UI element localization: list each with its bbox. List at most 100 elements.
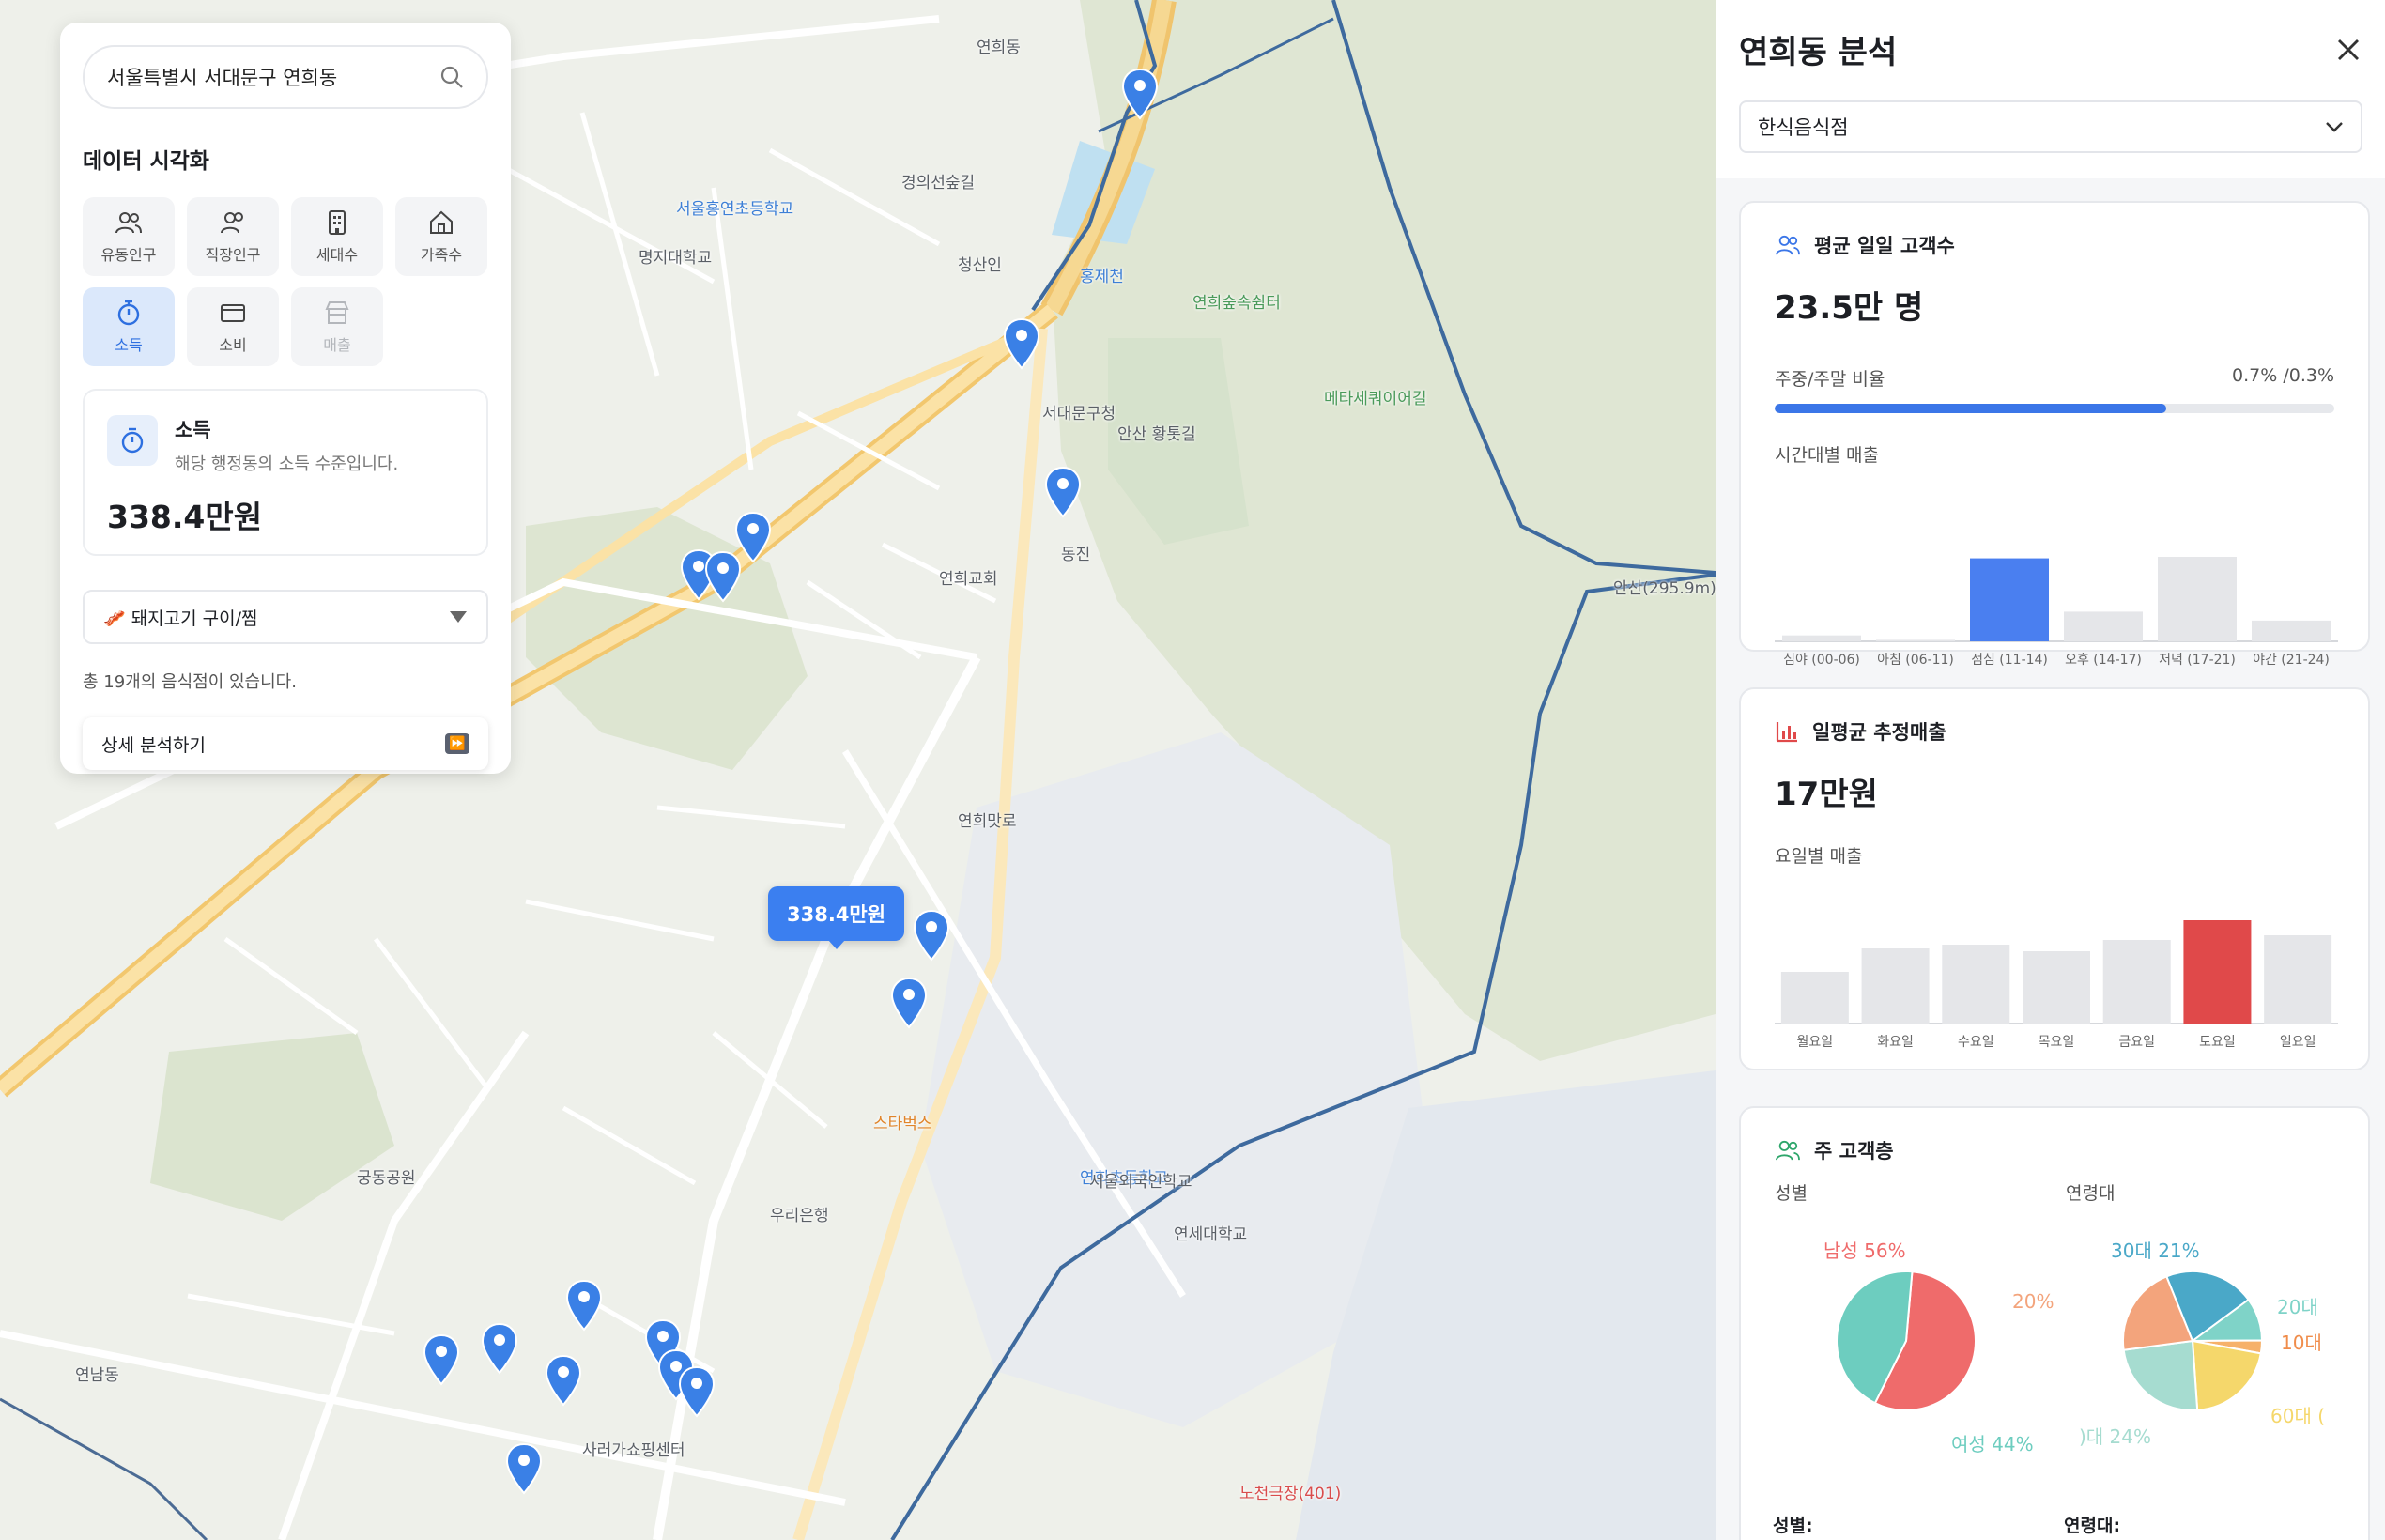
visualization-title: 데이터 시각화 — [83, 149, 209, 174]
chart-tick-label: 수요일 — [1958, 1035, 1994, 1050]
search-icon[interactable] — [439, 65, 464, 89]
close-icon[interactable] — [2334, 36, 2362, 64]
chart-tick-label: 금요일 — [2118, 1035, 2155, 1050]
workers-icon — [221, 212, 243, 234]
viz-button-consumption[interactable]: 소비 — [187, 287, 279, 366]
restaurant-pin[interactable] — [423, 1333, 460, 1386]
viz-button-label: 직장인구 — [205, 246, 261, 264]
pie-label: )대 24% — [2079, 1425, 2151, 1448]
viz-button-income[interactable]: 소득 — [83, 287, 175, 366]
restaurant-pin[interactable] — [678, 1365, 716, 1418]
map-place-label: 궁동공원 — [357, 1169, 416, 1188]
restaurant-pin[interactable] — [545, 1354, 582, 1407]
income-title: 소득 — [175, 419, 211, 441]
chart-tick-label: 월요일 — [1797, 1035, 1834, 1050]
detail-analysis-label: 상세 분석하기 — [101, 734, 206, 756]
income-price-tag: 338.4만원 — [768, 886, 905, 949]
people-icon — [1776, 1140, 1800, 1161]
search-input[interactable]: 서울특별시 서대문구 연희동 — [83, 45, 488, 109]
chart-tick-label: 저녁 (17-21) — [2159, 653, 2236, 668]
bar-chart-icon — [1776, 722, 1797, 743]
chart-tick-label: 목요일 — [2039, 1035, 2075, 1050]
pie-label: 60대 ( — [2270, 1405, 2325, 1427]
pie-label: 10대 — [2281, 1332, 2322, 1354]
main-customers-card: 주 고객층 성별 연령대 남성 56% 여성 44% 30대 21% 20대 10대 60… — [1739, 1106, 2370, 1540]
restaurant-pin[interactable] — [913, 909, 950, 962]
chevron-down-icon — [2326, 122, 2343, 132]
viz-button-label: 소비 — [219, 336, 247, 354]
chart-tick-label: 점심 (11-14) — [1971, 653, 2048, 668]
building-icon — [329, 210, 346, 235]
restaurant-count: 총 19개의 음식점이 있습니다. — [83, 672, 297, 692]
map-place-label: 메타세쿼이어길 — [1324, 390, 1427, 408]
chart-bar — [1876, 639, 1955, 641]
chart-tick-label: 심야 (00-06) — [1783, 653, 1860, 668]
footer-gender: 성별: — [1773, 1516, 1813, 1536]
viz-button-label: 세대수 — [315, 246, 359, 264]
daily-customers-value: 23.5만 명 — [1775, 289, 1924, 327]
chart-bar — [2264, 935, 2332, 1024]
map-place-label: 서울외국인학교 — [1089, 1173, 1192, 1192]
pie-slice — [2122, 1339, 2199, 1411]
viz-button-sales[interactable]: 매출 — [291, 287, 383, 366]
viz-button-label: 매출 — [323, 336, 351, 354]
map-place-label: 청산인 — [958, 256, 1002, 275]
restaurant-pin[interactable] — [1003, 317, 1040, 370]
chart-tick-label: 토요일 — [2199, 1035, 2236, 1050]
viz-button-workers[interactable]: 직장인구 — [187, 197, 279, 276]
visualization-buttons: 유동인구 직장인구 세대수 가족수 소득 소비 매출 — [83, 197, 488, 366]
chart-bar — [2252, 620, 2331, 641]
chart-tick-label: 아침 (06-11) — [1877, 653, 1954, 668]
chart-tick-label: 오후 (14-17) — [2065, 653, 2142, 668]
map-place-label: 서울홍연초등학교 — [676, 200, 794, 219]
category-dropdown[interactable]: 🥓 돼지고기 구이/찜 — [83, 590, 488, 644]
map-place-label: 사러가쇼핑센터 — [582, 1441, 685, 1460]
pie-label: 남성 56% — [1823, 1240, 1906, 1262]
map-place-label: 우리은행 — [770, 1207, 829, 1225]
restaurant-pin[interactable] — [1121, 68, 1159, 120]
chart-bar — [1861, 948, 1930, 1024]
viz-button-households[interactable]: 세대수 — [291, 197, 383, 276]
chart-bar — [1942, 945, 2010, 1024]
viz-button-floating-population[interactable]: 유동인구 — [83, 197, 175, 276]
category-selected: 🥓 돼지고기 구이/찜 — [103, 608, 258, 629]
chart-tick-label: 야간 (21-24) — [2253, 653, 2330, 668]
daily-sales-label: 일평균 추정매출 — [1812, 721, 1946, 744]
map-place-label: 연희숲속쉼터 — [1192, 294, 1281, 313]
map-place-label: 홍제천 — [1080, 268, 1124, 286]
map-place-label: 명지대학교 — [639, 249, 713, 268]
income-value: 338.4만원 — [107, 499, 263, 535]
viz-button-families[interactable]: 가족수 — [395, 197, 487, 276]
weekday-weekend-ratio-value: 0.7% /0.3% — [2232, 365, 2334, 386]
map-place-label: 경의선숲길 — [901, 174, 976, 192]
chart-bar — [2183, 920, 2252, 1024]
business-type-dropdown[interactable]: 한식음식점 — [1739, 100, 2362, 153]
chart-bar — [2158, 557, 2237, 641]
store-icon — [325, 301, 349, 324]
ratio-bar-fill — [1775, 404, 2167, 413]
restaurant-pin[interactable] — [565, 1279, 603, 1332]
restaurant-pin[interactable] — [704, 550, 742, 603]
viz-button-label: 소득 — [115, 336, 143, 354]
analysis-panel: 연희동 분석 한식음식점 평균 일일 고객수 23.5만 명 주중/주말 비율 … — [1716, 0, 2385, 1540]
pie-label: 여성 44% — [1951, 1433, 2034, 1455]
hourly-sales-chart: 심야 (00-06) 아침 (06-11) 점심 (11-14) 오후 (14-17)… — [1775, 557, 2338, 668]
pie-label: 20대 — [2277, 1296, 2318, 1318]
chart-bar — [2023, 951, 2090, 1024]
footer-age: 연령대: — [2064, 1516, 2121, 1536]
restaurant-pin[interactable] — [505, 1442, 543, 1495]
map-place-label: 연희맛로 — [958, 812, 1017, 831]
restaurant-pin[interactable] — [481, 1322, 518, 1375]
home-icon — [430, 210, 453, 234]
restaurant-pin[interactable] — [890, 977, 928, 1029]
pie-slice — [2191, 1339, 2262, 1411]
weekday-sales-chart: 월요일 화요일 수요일 목요일 금요일 토요일 일요일 — [1775, 920, 2338, 1050]
daily-sales-value: 17만원 — [1775, 776, 1878, 813]
map-place-label: 안산(295.9m) — [1613, 579, 1716, 598]
restaurant-pin[interactable] — [1044, 466, 1082, 518]
people-icon — [115, 212, 142, 234]
map-place-label: 안산 황톳길 — [1117, 425, 1196, 444]
panel-title: 연희동 분석 — [1739, 34, 1898, 71]
stopwatch-icon — [107, 415, 158, 466]
detail-analysis-button[interactable]: 상세 분석하기 ⏩ — [83, 717, 488, 770]
